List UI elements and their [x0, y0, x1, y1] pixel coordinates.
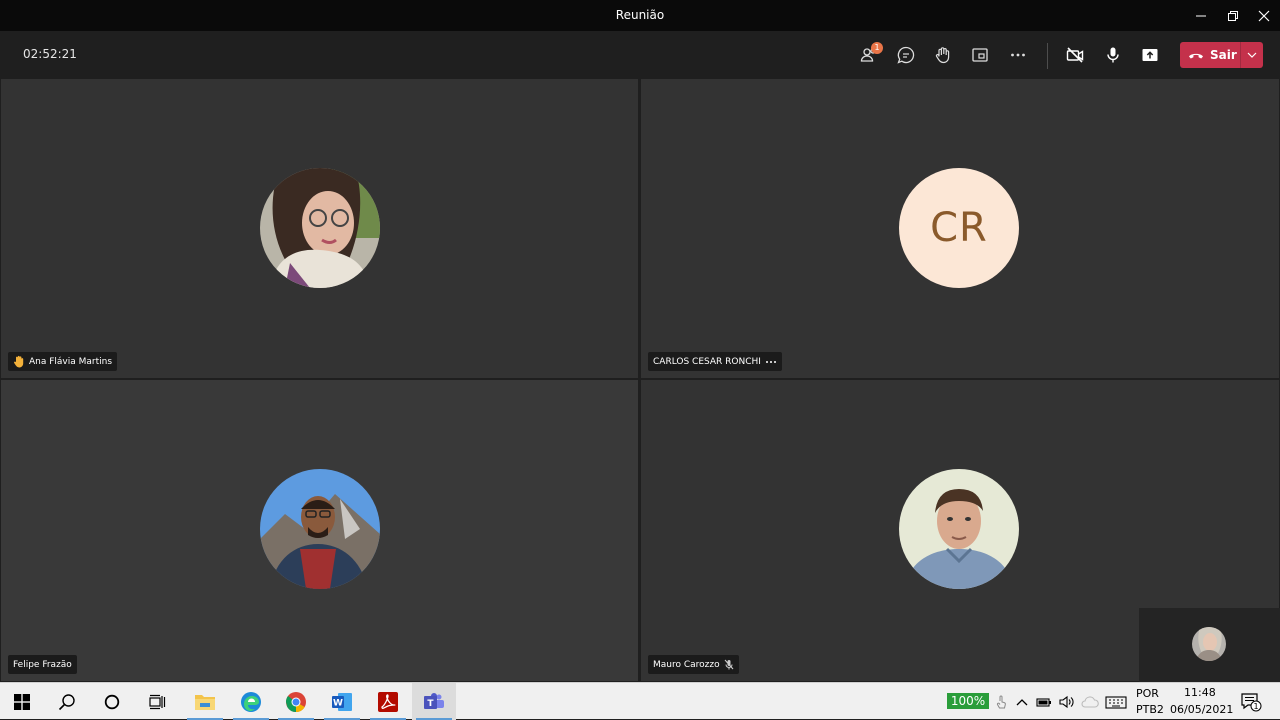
- edge-taskbar-icon[interactable]: [229, 683, 273, 720]
- avatar: [260, 469, 380, 589]
- notifications-icon: 1: [1241, 692, 1262, 711]
- camera-toggle-button[interactable]: [1060, 40, 1090, 70]
- hand-icon: [935, 47, 950, 64]
- participant-tile[interactable]: CR CARLOS CESAR RONCHI: [641, 79, 1279, 378]
- restore-icon[interactable]: [1217, 0, 1249, 31]
- teams-icon: T: [424, 692, 444, 709]
- participant-tile[interactable]: Ana Flávia Martins: [1, 79, 638, 378]
- chrome-taskbar-icon[interactable]: [274, 683, 318, 720]
- file-explorer-taskbar-icon[interactable]: [183, 683, 227, 720]
- cortana-icon: [104, 694, 120, 709]
- task-view-icon: [149, 694, 166, 709]
- hangup-icon: [1189, 53, 1203, 59]
- minimize-icon[interactable]: [1185, 0, 1217, 31]
- self-view[interactable]: [1139, 608, 1280, 682]
- teams-taskbar-icon[interactable]: T: [412, 683, 456, 720]
- participant-name: Mauro Carozzo: [653, 659, 720, 670]
- raise-hand-button[interactable]: [928, 40, 958, 70]
- more-icon: [1011, 53, 1025, 57]
- clock-date[interactable]: 06/05/2021: [1170, 703, 1233, 716]
- notifications-count: 1: [1253, 702, 1258, 711]
- participant-name: Ana Flávia Martins: [29, 356, 113, 367]
- breakout-rooms-icon: [972, 48, 988, 62]
- more-actions-button[interactable]: [1003, 40, 1033, 70]
- windows-taskbar: W T 100% POR PTB2 11:48 06/05/2021 1: [0, 682, 1280, 720]
- battery-status[interactable]: 100%: [947, 693, 989, 709]
- avatar: [260, 168, 380, 288]
- keyboard-layout-indicator[interactable]: PTB2: [1136, 703, 1164, 716]
- language-indicator[interactable]: POR: [1136, 687, 1159, 700]
- folder-icon: [195, 694, 215, 710]
- window-titlebar: Reunião: [0, 0, 1280, 31]
- meeting-toolbar: 02:52:21 1 Sair: [0, 31, 1280, 78]
- acrobat-taskbar-icon[interactable]: [366, 683, 410, 720]
- meeting-timer: 02:52:21: [23, 47, 77, 61]
- battery-icon[interactable]: [1033, 683, 1055, 720]
- toolbar-divider: [1047, 43, 1048, 69]
- tray-overflow-chevron-up-icon[interactable]: [1012, 683, 1032, 720]
- participant-nametag: CARLOS CESAR RONCHI: [648, 352, 782, 371]
- more-icon[interactable]: [765, 360, 777, 364]
- chrome-icon: [286, 691, 306, 712]
- participant-name: CARLOS CESAR RONCHI: [653, 356, 761, 367]
- leave-label: Sair: [1210, 48, 1237, 62]
- chat-icon: [897, 46, 915, 64]
- avatar: [899, 469, 1019, 589]
- start-button[interactable]: [0, 683, 44, 720]
- search-button[interactable]: [45, 683, 89, 720]
- svg-text:T: T: [427, 699, 434, 709]
- leave-button[interactable]: Sair: [1180, 42, 1263, 68]
- touch-icon[interactable]: [990, 683, 1012, 720]
- chat-button[interactable]: [891, 40, 921, 70]
- participant-nametag: Mauro Carozzo: [648, 655, 739, 674]
- participants-badge: 1: [871, 42, 883, 54]
- share-screen-button[interactable]: [1135, 40, 1165, 70]
- word-icon: W: [332, 692, 352, 711]
- raised-hand-icon: [14, 355, 24, 368]
- rooms-button[interactable]: [965, 40, 995, 70]
- camera-off-icon: [1066, 47, 1084, 63]
- muted-microphone-icon: [724, 659, 734, 670]
- window-title: Reunião: [615, 8, 665, 22]
- task-view-button[interactable]: [135, 683, 179, 720]
- microphone-icon: [1107, 47, 1119, 63]
- svg-text:W: W: [333, 698, 343, 708]
- onedrive-cloud-icon[interactable]: [1079, 683, 1101, 720]
- participants-button[interactable]: 1: [854, 40, 884, 70]
- leave-main[interactable]: Sair: [1180, 42, 1240, 68]
- search-icon: [58, 693, 75, 710]
- participant-nametag: Felipe Frazão: [8, 655, 77, 674]
- avatar-initials: CR: [899, 168, 1019, 288]
- close-icon[interactable]: [1248, 0, 1280, 31]
- keyboard-icon[interactable]: [1103, 683, 1129, 720]
- edge-icon: [241, 691, 261, 712]
- acrobat-icon: [378, 691, 398, 712]
- chevron-down-icon: [1247, 52, 1257, 58]
- volume-icon[interactable]: [1056, 683, 1078, 720]
- video-stage: Ana Flávia Martins CR CARLOS CESAR RONCH…: [0, 78, 1280, 682]
- participant-tile[interactable]: Felipe Frazão: [1, 380, 638, 681]
- participant-name: Felipe Frazão: [13, 659, 72, 670]
- participant-nametag: Ana Flávia Martins: [8, 352, 118, 371]
- word-taskbar-icon[interactable]: W: [320, 683, 364, 720]
- action-center-button[interactable]: 1: [1236, 683, 1266, 720]
- share-icon: [1142, 49, 1158, 61]
- windows-logo-icon: [14, 693, 30, 710]
- leave-options-button[interactable]: [1241, 42, 1263, 68]
- cortana-button[interactable]: [90, 683, 134, 720]
- clock-time[interactable]: 11:48: [1184, 686, 1216, 699]
- self-avatar: [1192, 627, 1226, 661]
- microphone-button[interactable]: [1098, 40, 1128, 70]
